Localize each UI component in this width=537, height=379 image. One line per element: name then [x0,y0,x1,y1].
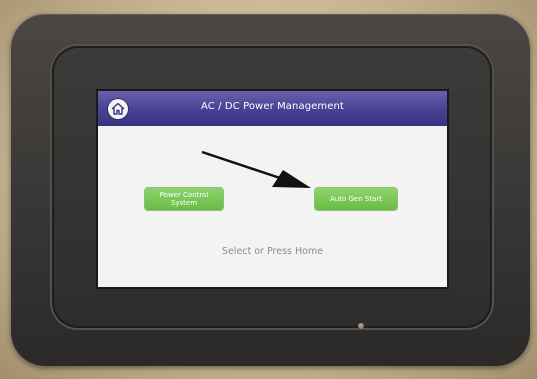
auto-gen-start-button[interactable]: Auto Gen Start [315,188,397,210]
title-bar: AC / DC Power Management [98,91,447,126]
bezel-screw [358,323,364,329]
page-title: AC / DC Power Management [201,101,344,112]
touchscreen: AC / DC Power Management Power Control S… [96,89,449,289]
select-prompt: Select or Press Home [221,246,324,257]
auto-gen-start-label: Auto Gen Start [330,194,382,203]
power-control-system-label: Power Control System [159,190,209,207]
power-control-system-button[interactable]: Power Control System [145,188,223,210]
